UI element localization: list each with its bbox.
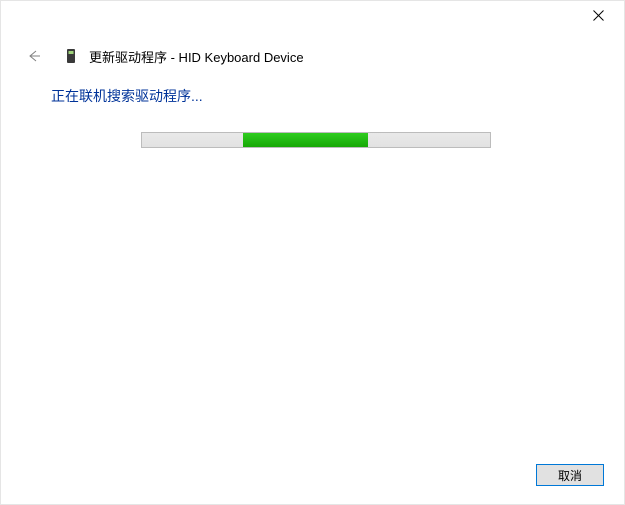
progress-bar: [141, 132, 491, 148]
close-icon: [593, 10, 604, 21]
close-button[interactable]: [576, 3, 621, 27]
status-text: 正在联机搜索驱动程序...: [51, 86, 596, 106]
dialog-title: 更新驱动程序 - HID Keyboard Device: [89, 47, 304, 66]
back-arrow-icon: [26, 48, 42, 64]
dialog-content: 正在联机搜索驱动程序...: [51, 86, 596, 148]
cancel-button[interactable]: 取消: [536, 464, 604, 486]
dialog-footer: 取消: [536, 464, 604, 486]
dialog-header: 更新驱动程序 - HID Keyboard Device: [1, 41, 624, 71]
progress-fill: [243, 133, 368, 147]
device-icon: [63, 48, 79, 64]
back-button[interactable]: [23, 45, 45, 67]
driver-update-dialog: 更新驱动程序 - HID Keyboard Device 正在联机搜索驱动程序.…: [0, 0, 625, 505]
